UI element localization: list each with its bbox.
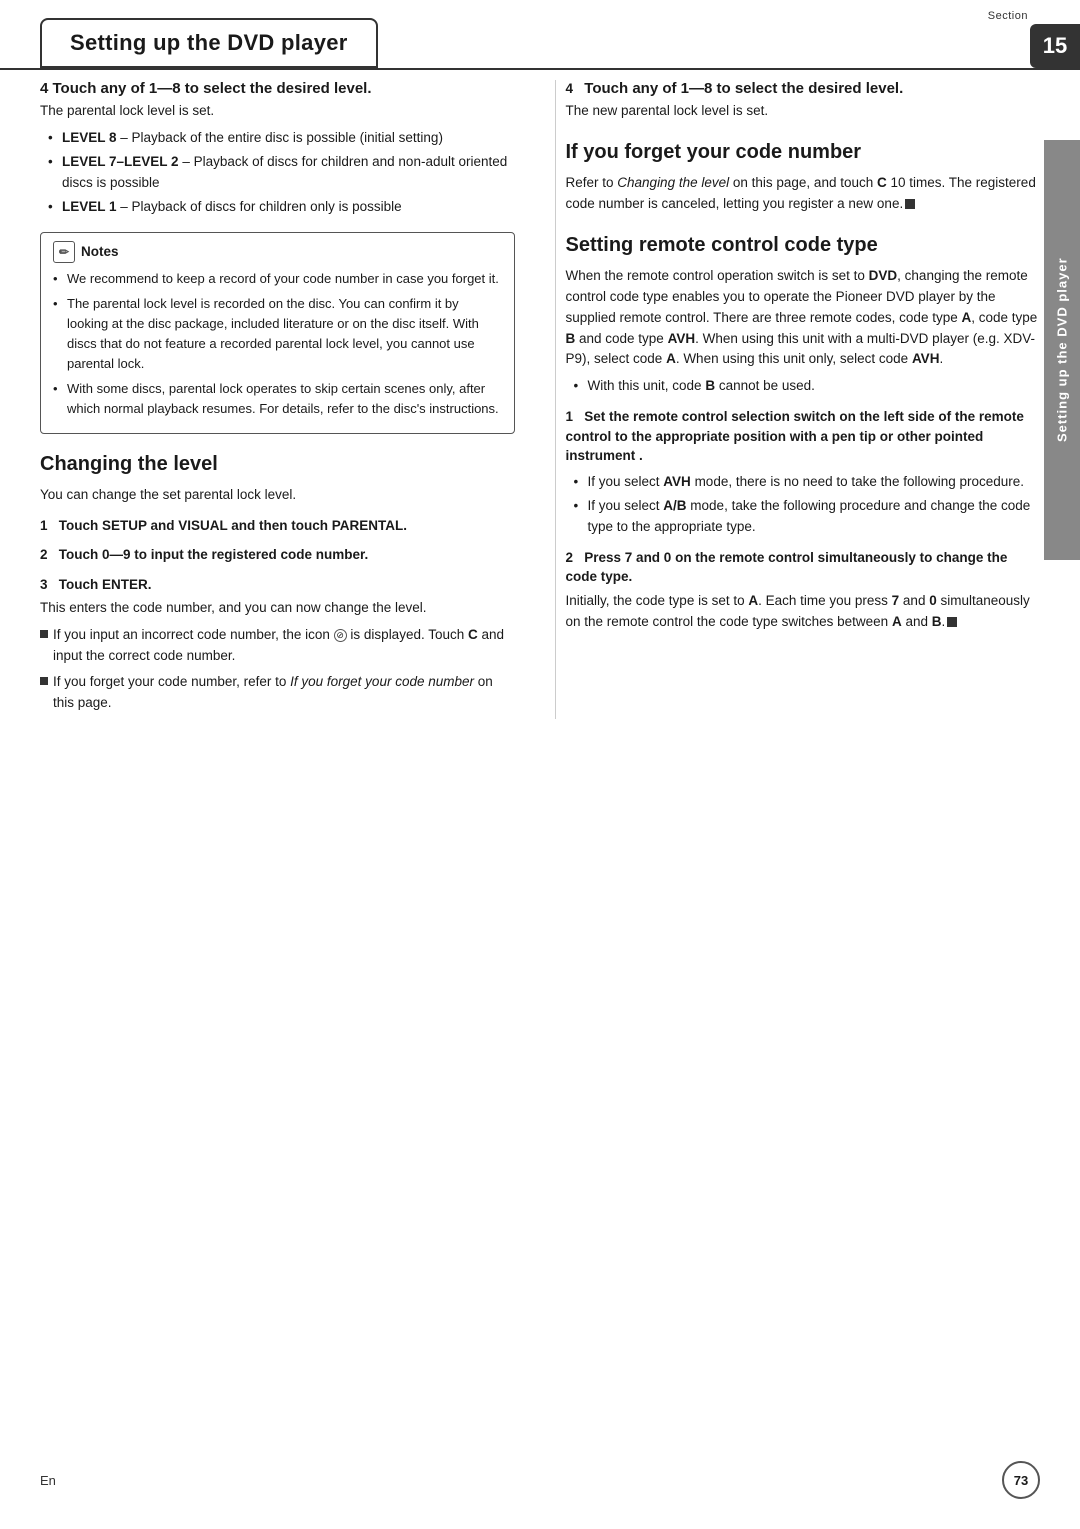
remote-step1-heading: 1 Set the remote control selection switc…: [566, 407, 1041, 466]
section-number: 15: [1030, 24, 1080, 68]
left-step2-heading: 2 Touch 0—9 to input the registered code…: [40, 545, 515, 565]
forget-text: Refer to Changing the level on this page…: [566, 173, 1041, 215]
footer-lang: En: [40, 1473, 56, 1488]
footer: En 73: [0, 1461, 1080, 1499]
levels-list: LEVEL 8 – Playback of the entire disc is…: [48, 128, 515, 218]
changing-sub: You can change the set parental lock lev…: [40, 485, 515, 506]
level-item-1: LEVEL 8 – Playback of the entire disc is…: [48, 128, 515, 149]
stop-symbol-2: [947, 617, 957, 627]
remote-step1-bullet-1: If you select AVH mode, there is no need…: [574, 472, 1041, 493]
section-label: Section: [988, 10, 1028, 22]
left-column: 4 Touch any of 1—8 to select the desired…: [40, 80, 525, 719]
stop-symbol-1: [905, 199, 915, 209]
notes-title: ✏ Notes: [53, 241, 502, 263]
section-badge-area: Section 15: [988, 0, 1080, 68]
left-step1-heading: 1 Touch SETUP and VISUAL and then touch …: [40, 516, 515, 536]
side-label: Setting up the DVD player: [1044, 140, 1080, 560]
remote-step2-heading: 2 Press 7 and 0 on the remote control si…: [566, 548, 1041, 587]
note-item-3: With some discs, parental lock operates …: [53, 379, 502, 419]
level-item-2: LEVEL 7–LEVEL 2 – Playback of discs for …: [48, 152, 515, 194]
notes-box: ✏ Notes We recommend to keep a record of…: [40, 232, 515, 434]
remote-step1-bullets: If you select AVH mode, there is no need…: [574, 472, 1041, 538]
left-step3-note1: If you input an incorrect code number, t…: [40, 625, 515, 667]
notes-icon: ✏: [53, 241, 75, 263]
note-item-2: The parental lock level is recorded on t…: [53, 294, 502, 375]
page-container: Setting up the DVD player Section 15 Set…: [0, 0, 1080, 1529]
remote-step2-text: Initially, the code type is set to A. Ea…: [566, 591, 1041, 633]
left-step3-text1: This enters the code number, and you can…: [40, 598, 515, 619]
page-title: Setting up the DVD player: [40, 18, 378, 68]
right-step4-heading: 4 Touch any of 1—8 to select the desired…: [566, 80, 1041, 97]
left-step3-heading: 3 Touch ENTER.: [40, 575, 515, 595]
left-step4-heading: 4 Touch any of 1—8 to select the desired…: [40, 80, 515, 97]
note-item-1: We recommend to keep a record of your co…: [53, 269, 502, 289]
forget-heading: If you forget your code number: [566, 140, 1041, 165]
remote-text-block: When the remote control operation switch…: [566, 266, 1041, 371]
sq-bullet-1: [40, 630, 48, 638]
sq-bullet-2: [40, 677, 48, 685]
remote-heading: Setting remote control code type: [566, 233, 1041, 258]
left-step3-note2: If you forget your code number, refer to…: [40, 672, 515, 714]
right-step4-text: The new parental lock level is set.: [566, 101, 1041, 122]
content-area: 4 Touch any of 1—8 to select the desired…: [0, 80, 1080, 749]
changing-heading: Changing the level: [40, 452, 515, 477]
footer-page: 73: [1002, 1461, 1040, 1499]
notes-list: We recommend to keep a record of your co…: [53, 269, 502, 420]
remote-step1-bullet-2: If you select A/B mode, take the followi…: [574, 496, 1041, 538]
level-item-3: LEVEL 1 – Playback of discs for children…: [48, 197, 515, 218]
remote-bullet-list: With this unit, code B cannot be used.: [574, 376, 1041, 397]
header-bar: Setting up the DVD player Section 15: [0, 0, 1080, 70]
left-step4-text: The parental lock level is set.: [40, 101, 515, 122]
right-column: 4 Touch any of 1—8 to select the desired…: [555, 80, 1041, 719]
remote-bullet-1: With this unit, code B cannot be used.: [574, 376, 1041, 397]
